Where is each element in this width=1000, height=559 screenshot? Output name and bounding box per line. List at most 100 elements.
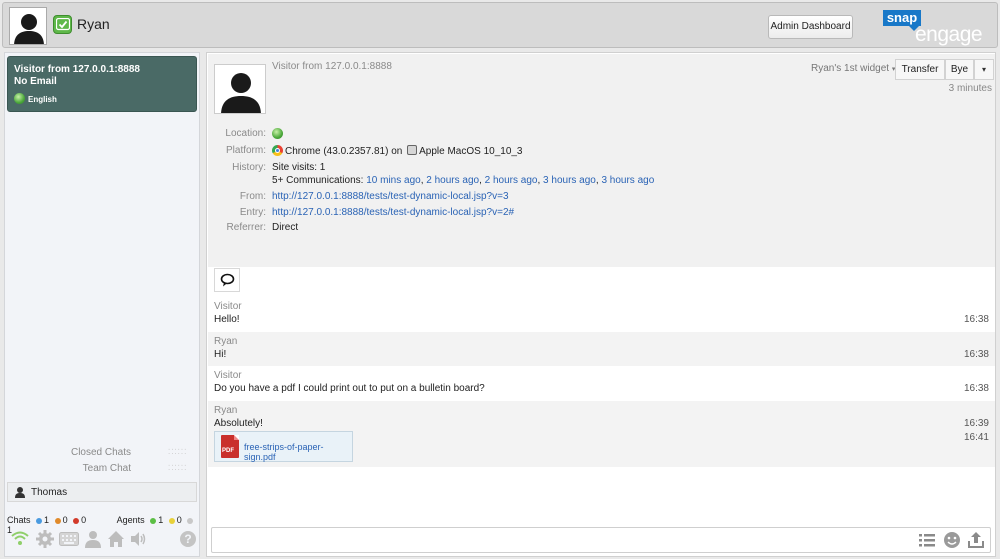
chat-message: Visitor Hello! 16:38 bbox=[208, 297, 995, 331]
status-dot bbox=[168, 517, 175, 524]
agent-avatar[interactable] bbox=[9, 7, 47, 45]
chat-card-email: No Email bbox=[14, 76, 57, 87]
entry-url-link[interactable]: http://127.0.0.1:8888/tests/test-dynamic… bbox=[272, 207, 514, 218]
on-word: on bbox=[391, 146, 403, 157]
location-label: Location: bbox=[225, 128, 266, 139]
logo-engage-text: engage bbox=[915, 23, 983, 46]
user-icon[interactable] bbox=[84, 530, 102, 548]
referrer-row: Referrer: Direct bbox=[208, 222, 988, 235]
message-time: 16:38 bbox=[963, 383, 989, 394]
closed-chats-link[interactable]: Closed Chats bbox=[35, 447, 131, 458]
from-label: From: bbox=[239, 191, 266, 202]
stats-row: Chats 1 0 0 Agents 1 0 1 bbox=[7, 515, 199, 535]
chrome-icon bbox=[272, 145, 283, 156]
transfer-button[interactable]: Transfer bbox=[895, 59, 945, 80]
message-sender: Visitor bbox=[214, 301, 242, 312]
chat-list-panel: Visitor from 127.0.0.1:8888 No Email Eng… bbox=[4, 52, 200, 557]
attachment-link[interactable]: free-strips-of-paper-sign.pdf bbox=[244, 442, 352, 462]
communications-prefix: 5+ Communications: bbox=[272, 175, 364, 186]
attachment-time: 16:41 bbox=[963, 432, 989, 443]
online-status-icon[interactable] bbox=[53, 15, 72, 34]
chat-card-title: Visitor from 127.0.0.1:8888 bbox=[14, 64, 140, 75]
visitor-title: Visitor from 127.0.0.1:8888 bbox=[272, 61, 392, 72]
message-sender: Visitor bbox=[214, 370, 242, 381]
team-chat-link[interactable]: Team Chat bbox=[35, 463, 131, 474]
chat-message: Ryan Absolutely! 16:39 16:41 PDF free-st… bbox=[208, 401, 995, 467]
admin-dashboard-button[interactable]: Admin Dashboard bbox=[768, 15, 853, 39]
message-text: Absolutely! bbox=[214, 418, 263, 429]
drag-handle-icon[interactable]: ⁚⁚⁚⁚⁚⁚ bbox=[168, 448, 198, 458]
upload-icon[interactable] bbox=[967, 531, 985, 549]
snapengage-logo: snap engage bbox=[882, 9, 997, 47]
from-row: From: http://127.0.0.1:8888/tests/test-d… bbox=[208, 191, 988, 204]
entry-row: Entry: http://127.0.0.1:8888/tests/test-… bbox=[208, 207, 988, 220]
status-dot bbox=[73, 517, 80, 524]
wifi-icon[interactable] bbox=[11, 530, 29, 546]
speaker-icon[interactable] bbox=[129, 530, 147, 548]
list-icon[interactable] bbox=[918, 531, 936, 549]
bye-menu-caret-icon[interactable]: ▾ bbox=[974, 59, 994, 80]
entry-label: Entry: bbox=[239, 207, 266, 218]
message-time: 16:38 bbox=[963, 349, 989, 360]
message-text: Hi! bbox=[214, 349, 227, 360]
message-input[interactable] bbox=[216, 531, 906, 549]
emoji-icon[interactable] bbox=[943, 531, 961, 549]
browser-name: Chrome (43.0.2357.81) bbox=[285, 146, 389, 157]
message-time: 16:39 bbox=[963, 418, 989, 429]
communications: 5+ Communications: 10 mins ago, 2 hours … bbox=[272, 175, 655, 186]
globe-icon bbox=[14, 93, 25, 104]
communication-link[interactable]: 10 mins ago bbox=[366, 175, 420, 186]
chats-label: Chats bbox=[7, 515, 31, 525]
home-icon[interactable] bbox=[107, 530, 125, 548]
status-dot bbox=[36, 517, 43, 524]
status-dot bbox=[54, 517, 61, 524]
communication-link[interactable]: 3 hours ago bbox=[543, 175, 596, 186]
communications-row: 5+ Communications: 10 mins ago, 2 hours … bbox=[208, 175, 988, 188]
agent-list-item[interactable]: Thomas bbox=[7, 482, 197, 502]
gear-icon[interactable] bbox=[36, 530, 54, 548]
referrer-value: Direct bbox=[272, 222, 299, 233]
os-name: Apple MacOS 10_10_3 bbox=[419, 146, 523, 157]
communication-link[interactable]: 2 hours ago bbox=[426, 175, 479, 186]
svg-text:?: ? bbox=[184, 532, 191, 546]
communication-link[interactable]: 3 hours ago bbox=[601, 175, 654, 186]
widget-name: Ryan's 1st widget bbox=[811, 63, 890, 74]
chat-bubble-button[interactable] bbox=[214, 268, 240, 292]
sidebar-toolbar: ? bbox=[11, 530, 197, 550]
chat-card-language: English bbox=[28, 95, 57, 104]
from-url-link[interactable]: http://127.0.0.1:8888/tests/test-dynamic… bbox=[272, 191, 509, 202]
globe-icon bbox=[272, 128, 283, 139]
message-sender: Ryan bbox=[214, 336, 238, 347]
message-time: 16:38 bbox=[963, 314, 989, 325]
person-icon bbox=[15, 487, 25, 498]
status-dot bbox=[187, 517, 194, 524]
chat-bubble-icon bbox=[220, 273, 235, 287]
site-visits: Site visits: 1 bbox=[272, 162, 326, 173]
platform-value: Chrome (43.0.2357.81) on Apple MacOS 10_… bbox=[272, 145, 523, 157]
history-row: History: Site visits: 1 bbox=[208, 162, 988, 175]
communication-link[interactable]: 2 hours ago bbox=[485, 175, 538, 186]
agents-count: 1 bbox=[158, 515, 164, 525]
location-row: Location: bbox=[208, 128, 988, 141]
chats-count: 0 bbox=[81, 515, 87, 525]
file-attachment[interactable]: PDF free-strips-of-paper-sign.pdf bbox=[214, 431, 353, 462]
widget-dropdown[interactable]: Ryan's 1st widget ▾ bbox=[811, 63, 895, 74]
bye-button[interactable]: Bye bbox=[945, 59, 974, 80]
top-bar: Ryan Admin Dashboard snap engage bbox=[2, 2, 998, 48]
history-label: History: bbox=[232, 162, 266, 173]
active-chat-card[interactable]: Visitor from 127.0.0.1:8888 No Email Eng… bbox=[7, 56, 197, 112]
chat-duration: 3 minutes bbox=[948, 83, 992, 94]
agent-name: Thomas bbox=[31, 487, 68, 498]
help-icon[interactable]: ? bbox=[179, 530, 197, 548]
agents-count: 0 bbox=[176, 515, 182, 525]
keyboard-icon[interactable] bbox=[59, 532, 79, 546]
platform-label: Platform: bbox=[225, 145, 266, 156]
message-text: Do you have a pdf I could print out to p… bbox=[214, 383, 485, 394]
visitor-info: Visitor from 127.0.0.1:8888 Ryan's 1st w… bbox=[208, 54, 995, 267]
referrer-label: Referrer: bbox=[226, 222, 266, 233]
message-compose-bar bbox=[211, 527, 991, 553]
location-value bbox=[272, 128, 283, 140]
chat-message: Visitor Do you have a pdf I could print … bbox=[208, 366, 995, 401]
chats-count: 1 bbox=[44, 515, 50, 525]
drag-handle-icon[interactable]: ⁚⁚⁚⁚⁚⁚ bbox=[168, 464, 198, 474]
